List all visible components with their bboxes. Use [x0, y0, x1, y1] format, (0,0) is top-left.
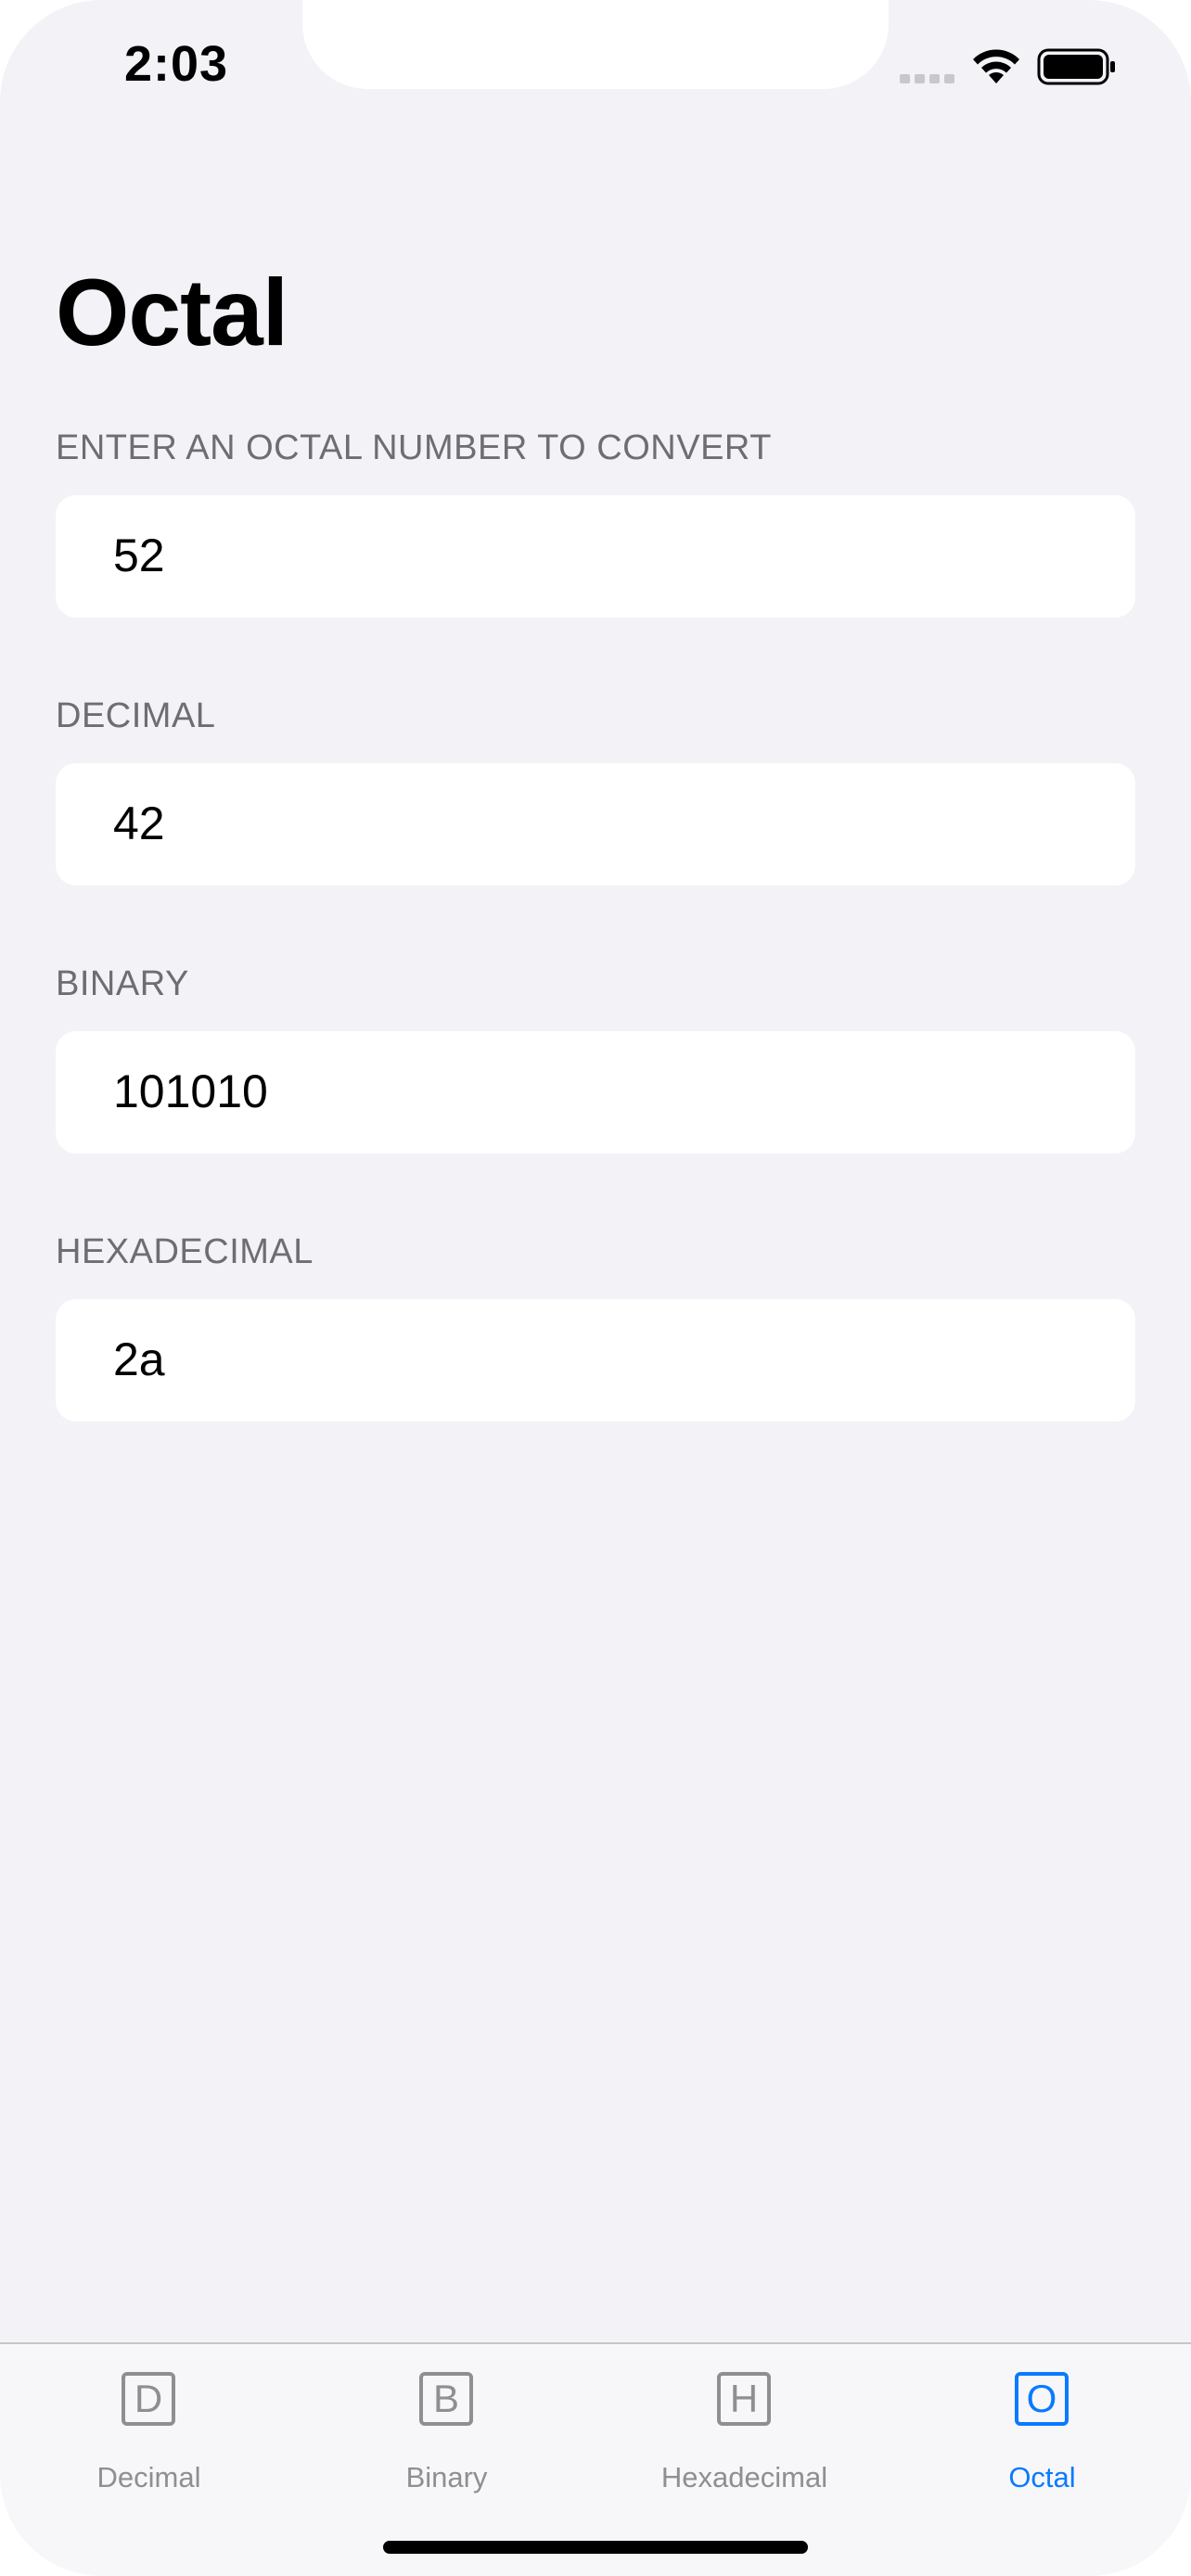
octal-input[interactable] — [113, 523, 1096, 588]
decimal-result-field: 42 — [56, 763, 1135, 886]
tab-decimal[interactable]: D Decimal — [0, 2344, 298, 2502]
tab-octal[interactable]: O Octal — [893, 2344, 1191, 2502]
hexadecimal-section-header: HEXADECIMAL — [56, 1232, 314, 1271]
hexadecimal-tab-icon: H — [717, 2372, 771, 2426]
status-bar: 2:03 — [0, 0, 1191, 139]
decimal-section-header: DECIMAL — [56, 696, 216, 735]
octal-tab-icon: O — [1015, 2372, 1069, 2426]
tab-hexadecimal-label: Hexadecimal — [660, 2461, 828, 2493]
tab-binary-label: Binary — [405, 2461, 488, 2493]
binary-result-field: 101010 — [56, 1031, 1135, 1154]
battery-icon — [1037, 48, 1115, 85]
home-indicator[interactable] — [383, 2541, 808, 2554]
status-time: 2:03 — [124, 36, 229, 92]
hexadecimal-result-field: 2a — [56, 1299, 1135, 1422]
octal-input-field[interactable] — [56, 495, 1135, 618]
page-title: Octal — [56, 260, 288, 365]
notch — [302, 0, 889, 89]
tab-hexadecimal[interactable]: H Hexadecimal — [596, 2344, 893, 2502]
binary-tab-icon: B — [419, 2372, 473, 2426]
binary-value: 101010 — [113, 1065, 268, 1117]
input-section-header: ENTER AN OCTAL NUMBER TO CONVERT — [56, 428, 772, 467]
binary-section-header: BINARY — [56, 964, 189, 1003]
tab-octal-label: Octal — [1008, 2461, 1076, 2493]
decimal-value: 42 — [113, 797, 165, 849]
cellular-signal-icon — [900, 74, 954, 83]
wifi-icon — [973, 49, 1019, 83]
app-screen: 2:03 Octal ENTER AN OCTAL NUMBER TO CONV… — [0, 0, 1191, 2576]
tab-decimal-label: Decimal — [96, 2461, 201, 2493]
hexadecimal-value: 2a — [113, 1333, 165, 1385]
tab-binary[interactable]: B Binary — [298, 2344, 596, 2502]
decimal-tab-icon: D — [122, 2372, 175, 2426]
